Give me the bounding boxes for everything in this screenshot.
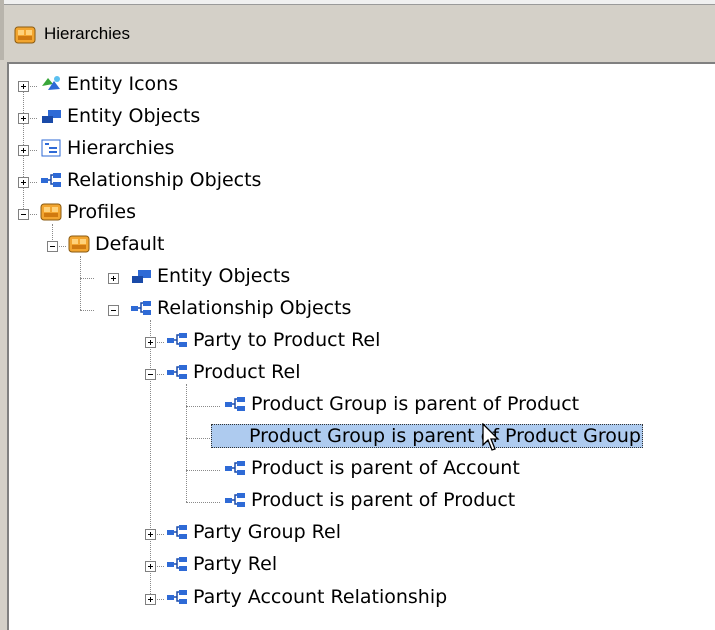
relationship-icon	[167, 365, 187, 379]
tree-node-label: Party Rel	[193, 553, 278, 575]
tree-node-label: Relationship Objects	[157, 297, 352, 319]
tree-connector	[186, 406, 220, 407]
hierarchy-tree[interactable]: Entity Icons Entity Objects Hierarchies …	[9, 64, 715, 630]
entity-object-icon	[132, 270, 151, 283]
tree-connector	[186, 384, 187, 502]
expand-icon[interactable]	[18, 177, 29, 188]
panel-title-bar: Hierarchies	[0, 0, 715, 60]
tree-connector	[186, 502, 220, 503]
expand-icon[interactable]	[18, 113, 29, 124]
collapse-icon[interactable]	[108, 305, 119, 316]
tree-node-label: Product Group is parent of Product	[251, 393, 580, 415]
tree-connector	[80, 278, 94, 279]
tree-node-label: Party Group Rel	[193, 521, 341, 543]
relationship-icon	[167, 525, 187, 539]
relationship-icon	[225, 461, 245, 475]
relationship-icon	[41, 173, 61, 187]
selected-tree-node-label: Product Group is parent of Product Group	[211, 424, 643, 448]
tree-node-label: Product is parent of Account	[251, 457, 520, 479]
collapse-icon[interactable]	[145, 369, 156, 380]
tree-node-label: Entity Objects	[157, 265, 291, 287]
hierarchy-icon	[41, 139, 61, 157]
tree-connector	[80, 310, 94, 311]
hierarchy-tree-panel[interactable]: Entity Icons Entity Objects Hierarchies …	[7, 62, 715, 630]
expand-icon[interactable]	[108, 273, 119, 284]
relationship-icon	[167, 557, 187, 571]
tree-node-label: Relationship Objects	[67, 169, 262, 191]
relationship-icon	[225, 493, 245, 507]
collapse-icon[interactable]	[47, 241, 58, 252]
expand-icon[interactable]	[145, 529, 156, 540]
expand-icon[interactable]	[145, 337, 156, 348]
collapse-icon[interactable]	[18, 209, 29, 220]
entity-object-icon	[42, 110, 61, 123]
profile-cube-icon	[40, 203, 62, 221]
expand-icon[interactable]	[145, 561, 156, 572]
tree-node-label: Party Account Relationship	[193, 586, 448, 608]
expand-icon[interactable]	[18, 145, 29, 156]
tree-node-label: Product Rel	[193, 361, 301, 383]
title-bar-left-edge	[0, 0, 4, 60]
entity-icons-icon	[42, 76, 60, 90]
tree-connector	[150, 320, 151, 600]
tree-node-label: Entity Icons	[67, 73, 179, 95]
expand-icon[interactable]	[145, 594, 156, 605]
tree-connector	[186, 470, 220, 471]
profile-cube-icon	[68, 235, 90, 253]
title-bar-top-edge	[0, 0, 715, 5]
tree-node-label: Party to Product Rel	[193, 329, 381, 351]
tree-connector	[80, 256, 81, 310]
tree-node-label: Entity Objects	[67, 105, 201, 127]
relationship-icon	[225, 397, 245, 411]
tree-node-label: Product is parent of Product	[251, 489, 516, 511]
relationship-icon	[167, 333, 187, 347]
tree-node-label: Profiles	[67, 201, 136, 223]
relationship-icon	[167, 590, 187, 604]
expand-icon[interactable]	[18, 81, 29, 92]
relationship-icon	[131, 301, 151, 315]
panel-title: Hierarchies	[44, 24, 130, 43]
tree-node-label: Hierarchies	[67, 137, 175, 159]
mouse-pointer-icon	[482, 423, 500, 451]
tree-node-label: Default	[95, 233, 165, 255]
profile-cube-icon	[14, 26, 36, 44]
